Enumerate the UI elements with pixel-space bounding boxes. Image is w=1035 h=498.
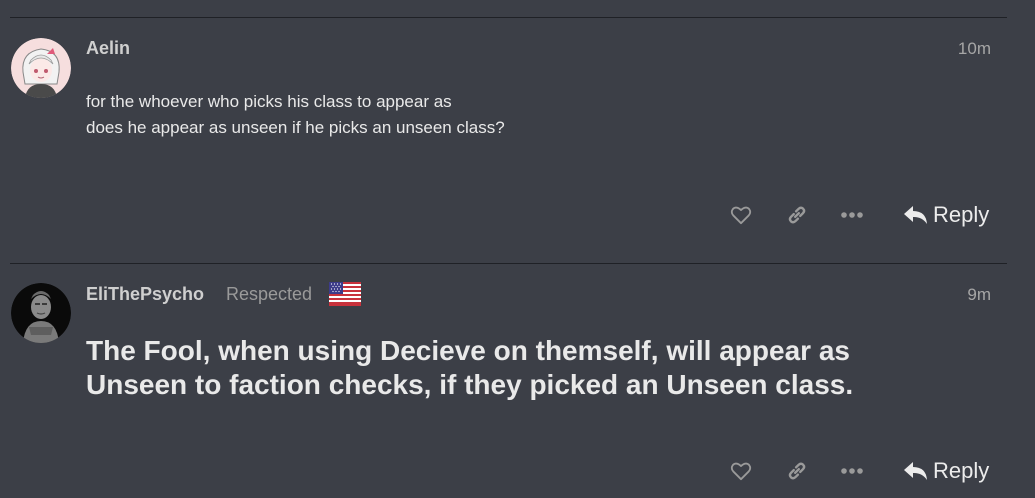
like-button[interactable]	[726, 456, 756, 486]
more-options-button[interactable]	[837, 456, 867, 486]
user-title: Respected	[226, 284, 313, 304]
reply-arrow-icon	[904, 462, 927, 480]
avatar[interactable]	[11, 283, 71, 343]
post-actions: Reply	[0, 456, 1035, 496]
reply-arrow-icon	[904, 206, 927, 224]
copy-link-button[interactable]	[782, 456, 812, 486]
username[interactable]: EliThePsycho	[86, 284, 204, 305]
post-body: for the whoever who picks his class to a…	[86, 85, 505, 145]
username[interactable]: Aelin	[86, 38, 130, 59]
post-timestamp[interactable]: 10m	[958, 39, 991, 59]
ellipsis-icon	[841, 212, 863, 218]
post-divider	[10, 17, 1007, 18]
heart-icon	[730, 206, 752, 225]
more-options-button[interactable]	[837, 200, 867, 230]
post-divider	[10, 263, 1007, 264]
reply-button[interactable]: Reply	[903, 456, 989, 486]
copy-link-button[interactable]	[782, 200, 812, 230]
like-button[interactable]	[726, 200, 756, 230]
reply-label: Reply	[933, 458, 990, 483]
us-flag-icon	[329, 282, 361, 306]
post-body-line: Unseen to faction checks, if they picked…	[86, 369, 854, 400]
link-icon	[788, 462, 806, 480]
ellipsis-icon	[841, 468, 863, 474]
heart-icon	[730, 462, 752, 481]
reply-button[interactable]: Reply	[903, 200, 989, 230]
link-icon	[788, 206, 806, 224]
reply-label: Reply	[933, 202, 990, 227]
terracotta-warrior-avatar-icon	[11, 283, 71, 343]
post-body: The Fool, when using Decieve on themself…	[86, 334, 853, 402]
post-actions: Reply	[0, 200, 1035, 240]
post-body-line: does he appear as unseen if he picks an …	[86, 118, 505, 137]
post-timestamp[interactable]: 9m	[967, 285, 991, 305]
post-body-line: The Fool, when using Decieve on themself…	[86, 335, 850, 366]
anime-avatar-icon	[11, 38, 71, 98]
avatar[interactable]	[11, 38, 71, 98]
